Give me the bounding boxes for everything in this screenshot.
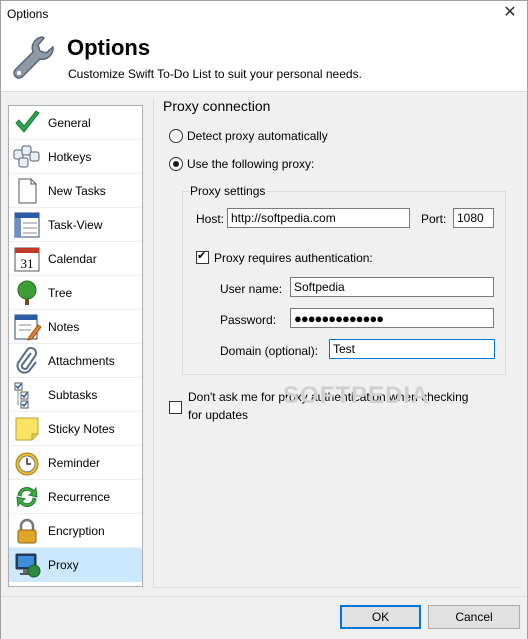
sidebar-item-attachments[interactable]: Attachments xyxy=(9,344,142,378)
password-label: Password: xyxy=(220,313,277,327)
sidebar-item-subtasks[interactable]: Subtasks xyxy=(9,378,142,412)
notes-icon xyxy=(14,314,41,341)
task-view-icon xyxy=(14,212,40,238)
sidebar-item-recurrence[interactable]: Recurrence xyxy=(9,480,142,514)
password-input[interactable]: ●●●●●●●●●●●●● xyxy=(290,308,494,328)
proxy-connection-heading: Proxy connection xyxy=(163,98,271,114)
keyboard-icon xyxy=(13,145,40,168)
recurrence-arrows-icon xyxy=(16,486,38,508)
category-list[interactable]: General Hotkeys New Tasks Task-View 31 C… xyxy=(8,105,143,587)
sidebar-item-tree[interactable]: Tree xyxy=(9,276,142,310)
cancel-button[interactable]: Cancel xyxy=(428,605,520,629)
calendar-icon: 31 xyxy=(14,247,40,272)
use-following-proxy-label[interactable]: Use the following proxy: xyxy=(187,157,314,171)
sidebar-item-label: Sticky Notes xyxy=(48,422,115,436)
sidebar-item-general[interactable]: General xyxy=(9,106,142,140)
detect-proxy-radio[interactable] xyxy=(169,129,183,143)
sidebar-item-sticky-notes[interactable]: Sticky Notes xyxy=(9,412,142,446)
monitor-globe-icon xyxy=(15,553,41,578)
port-input[interactable] xyxy=(453,208,494,228)
sidebar-item-encryption[interactable]: Encryption xyxy=(9,514,142,548)
tree-icon xyxy=(17,280,37,305)
sidebar-item-label: Notes xyxy=(48,320,80,334)
green-check-icon xyxy=(15,110,40,133)
radio-selected-dot xyxy=(173,161,179,167)
alarm-clock-icon xyxy=(15,452,39,476)
port-label: Port: xyxy=(421,212,447,226)
paperclip-icon xyxy=(16,347,37,374)
sticky-note-icon xyxy=(15,417,39,441)
host-input[interactable] xyxy=(227,208,410,228)
sidebar-item-label: Tree xyxy=(48,286,73,300)
sidebar-item-label: Calendar xyxy=(48,252,97,266)
dont-ask-checkbox[interactable] xyxy=(169,401,182,414)
subtasks-icon xyxy=(14,382,29,409)
dont-ask-label-line2[interactable]: for updates xyxy=(188,408,248,422)
auth-required-label[interactable]: Proxy requires authentication: xyxy=(214,251,373,265)
page-title: Options xyxy=(67,35,151,60)
sidebar-item-label: Reminder xyxy=(48,456,101,470)
sidebar-item-hotkeys[interactable]: Hotkeys xyxy=(9,140,142,174)
page-subtitle: Customize Swift To-Do List to suit your … xyxy=(68,67,362,81)
wrench-icon xyxy=(13,36,54,79)
auth-required-checkbox[interactable]: ✔ xyxy=(196,250,209,264)
calendar-day-text: 31 xyxy=(21,256,34,271)
title-bar: Options ✕ xyxy=(1,1,527,27)
options-header: Options Customize Swift To-Do List to su… xyxy=(1,27,527,92)
sidebar-item-label: Encryption xyxy=(48,524,105,538)
domain-input[interactable] xyxy=(329,339,495,359)
use-following-proxy-radio[interactable] xyxy=(169,157,183,171)
detect-proxy-label[interactable]: Detect proxy automatically xyxy=(187,129,328,143)
host-label: Host: xyxy=(196,212,225,226)
sidebar-item-reminder[interactable]: Reminder xyxy=(9,446,142,480)
options-window: Options ✕ Options Customize Swift To-Do … xyxy=(0,0,528,639)
sidebar-item-calendar[interactable]: 31 Calendar xyxy=(9,242,142,276)
sidebar-item-label: Task-View xyxy=(48,218,103,232)
softpedia-watermark: SOFTPEDIA xyxy=(283,382,430,409)
sidebar-item-proxy[interactable]: Proxy xyxy=(9,548,142,582)
window-title: Options xyxy=(7,7,49,21)
username-label: User name: xyxy=(220,282,283,296)
sidebar-item-label: Hotkeys xyxy=(48,150,92,164)
sidebar-item-notes[interactable]: Notes xyxy=(9,310,142,344)
sidebar-item-label: General xyxy=(48,116,91,130)
sidebar-item-label: Subtasks xyxy=(48,388,98,402)
sidebar-item-label: New Tasks xyxy=(48,184,106,198)
sidebar-item-label: Proxy xyxy=(48,558,79,572)
blank-page-icon xyxy=(18,178,37,204)
close-icon[interactable]: ✕ xyxy=(493,1,527,27)
username-input[interactable] xyxy=(290,277,494,297)
checkmark-icon: ✔ xyxy=(197,250,207,262)
sidebar-item-task-view[interactable]: Task-View xyxy=(9,208,142,242)
sidebar-item-label: Attachments xyxy=(48,354,115,368)
padlock-icon xyxy=(17,518,37,544)
sidebar-item-label: Recurrence xyxy=(48,490,111,504)
ok-button[interactable]: OK xyxy=(340,605,421,629)
sidebar-item-new-tasks[interactable]: New Tasks xyxy=(9,174,142,208)
domain-label: Domain (optional): xyxy=(220,344,319,358)
proxy-settings-legend: Proxy settings xyxy=(189,184,267,198)
